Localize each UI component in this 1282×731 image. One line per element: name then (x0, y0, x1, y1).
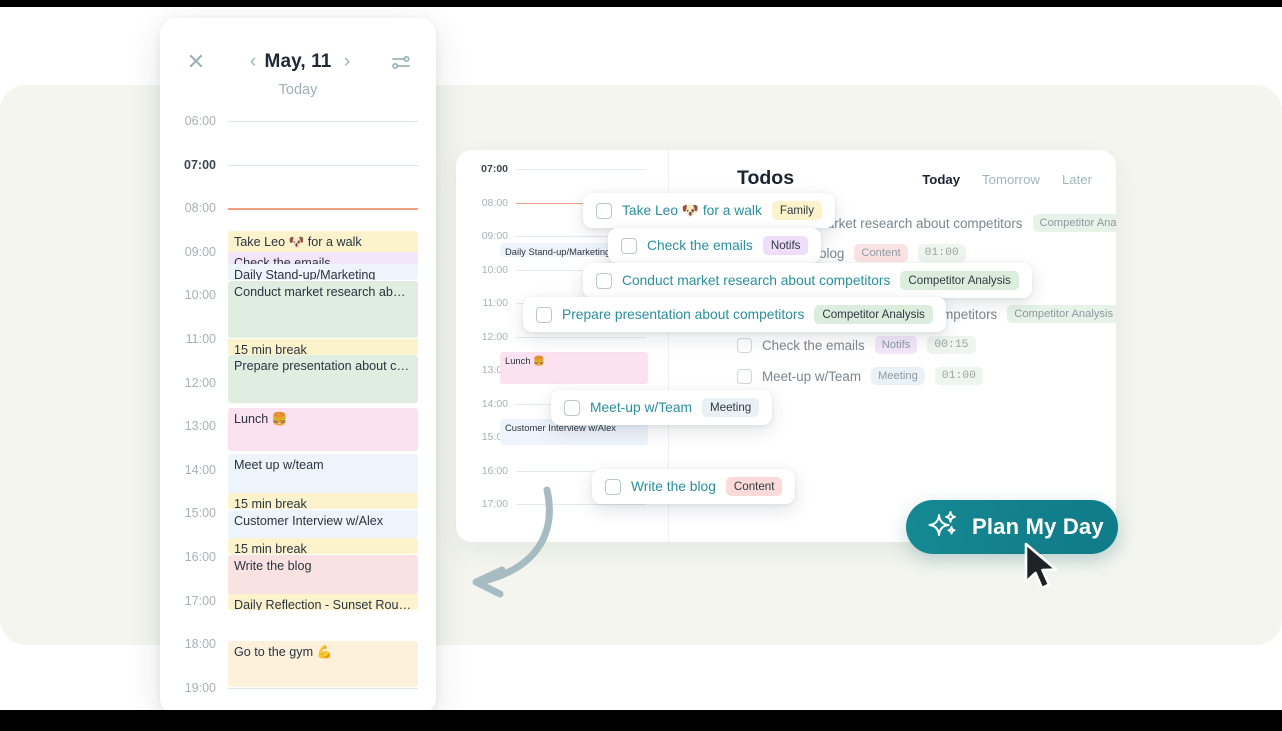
sliders-icon[interactable] (388, 50, 414, 76)
mini-hour-label: 07:00 (460, 163, 508, 175)
hour-label: 12:00 (160, 376, 216, 390)
dragged-todo-title: Meet-up w/Team (590, 400, 692, 415)
plan-my-day-label: Plan My Day (972, 514, 1104, 540)
dragged-todo-tag-chip[interactable]: Meeting (702, 398, 759, 417)
mini-hour-label: 12:00 (460, 331, 508, 343)
mini-hour-label: 11:00 (460, 297, 508, 309)
dragged-todo-title: Write the blog (631, 479, 716, 494)
top-black-bar (0, 0, 1282, 7)
dragged-todo-checkbox[interactable] (564, 400, 580, 416)
calendar-event[interactable]: Meet up w/team (228, 454, 418, 494)
mini-calendar-event[interactable]: Lunch 🍔 (500, 352, 648, 384)
dragged-todo-checkbox[interactable] (596, 273, 612, 289)
calendar-event[interactable]: Prepare presentation about compe… (228, 355, 418, 403)
curved-arrow-left-icon (440, 470, 580, 610)
todo-checkbox[interactable] (737, 369, 752, 384)
todo-duration: 00:15 (927, 336, 975, 354)
hour-label: 15:00 (160, 506, 216, 520)
hour-gridline (228, 165, 418, 166)
dragged-todo-card[interactable]: Check the emails Notifs (608, 228, 821, 263)
dragged-todo-card[interactable]: Prepare presentation about competitors Co… (523, 297, 946, 332)
calendar-event[interactable]: Conduct market research about co… (228, 281, 418, 338)
dragged-todo-title: Prepare presentation about competitors (562, 307, 804, 322)
dragged-todo-tag-chip[interactable]: Family (772, 201, 822, 220)
calendar-event[interactable]: Daily Stand-up/Marketing (228, 264, 418, 280)
hour-label: 06:00 (160, 114, 216, 128)
mini-hour-label: 09:00 (460, 230, 508, 242)
dragged-todo-tag-chip[interactable]: Notifs (763, 236, 809, 255)
dragged-todo-card[interactable]: Take Leo 🐶 for a walk Family (583, 193, 835, 228)
mini-hour-gridline (516, 169, 646, 170)
todo-tag-chip[interactable]: Content (854, 244, 907, 262)
todo-tab-today[interactable]: Today (922, 172, 960, 187)
current-time-line (228, 208, 418, 209)
day-timeline-grid: 06:00 07:00 08:00 09:00 10:00 11:00 12:00 13:00… (160, 96, 436, 710)
hour-label: 14:00 (160, 463, 216, 477)
mini-hour-gridline (516, 337, 646, 338)
hour-label: 10:00 (160, 288, 216, 302)
todo-tab-later[interactable]: Later (1062, 172, 1092, 187)
hour-gridline (228, 121, 418, 122)
todo-tab-tomorrow[interactable]: Tomorrow (982, 172, 1040, 187)
hour-gridline (228, 688, 418, 689)
mini-hour-label: 14:00 (460, 398, 508, 410)
todo-filter-tabs: Today Tomorrow Later (922, 172, 1092, 187)
dragged-todo-tag-chip[interactable]: Content (726, 477, 783, 496)
hour-label: 17:00 (160, 594, 216, 608)
todos-heading: Todos (737, 167, 794, 190)
todo-duration: 01:00 (935, 367, 983, 385)
hour-label: 19:00 (160, 681, 216, 695)
dragged-todo-checkbox[interactable] (621, 238, 637, 254)
hour-label: 18:00 (160, 637, 216, 651)
dragged-todo-tag-chip[interactable]: Competitor Analysis (900, 271, 1018, 290)
mouse-pointer-icon (1022, 542, 1066, 594)
mini-hour-label: 10:00 (460, 264, 508, 276)
todo-tag-chip[interactable]: Meeting (871, 367, 925, 385)
todo-checkbox[interactable] (737, 338, 752, 353)
calendar-event[interactable]: 15 min break (228, 538, 418, 554)
sparkles-icon (928, 509, 960, 546)
todo-item[interactable]: Check the emails Notifs 00:15 (737, 334, 976, 356)
dragged-todo-card[interactable]: Conduct market research about competitor… (583, 263, 1032, 298)
dragged-todo-card[interactable]: Meet-up w/Team Meeting (551, 390, 772, 425)
calendar-event[interactable]: Customer Interview w/Alex (228, 510, 418, 538)
todo-tag-chip[interactable]: Competitor Analysis (1033, 214, 1117, 232)
hour-label: 11:00 (160, 332, 216, 346)
dragged-todo-checkbox[interactable] (605, 479, 621, 495)
dragged-todo-tag-chip[interactable]: Competitor Analysis (814, 305, 932, 324)
hour-label: 13:00 (160, 419, 216, 433)
calendar-event[interactable]: Daily Reflection - Sunset Routine ☀️ (228, 594, 418, 610)
dragged-todo-title: Conduct market research about competitor… (622, 273, 890, 288)
day-panel-header: ✕ ‹ › May, 11 Today (160, 18, 436, 96)
calendar-event[interactable]: Lunch 🍔 (228, 408, 418, 451)
dragged-todo-checkbox[interactable] (536, 307, 552, 323)
hour-label: 07:00 (160, 158, 216, 172)
dragged-todo-title: Take Leo 🐶 for a walk (622, 203, 762, 219)
todo-duration: 01:00 (918, 244, 966, 262)
mini-hour-label: 08:00 (460, 197, 508, 209)
todo-tag-chip[interactable]: Competitor Analysis (1007, 305, 1116, 323)
dragged-todo-checkbox[interactable] (596, 203, 612, 219)
todo-item[interactable]: Meet-up w/Team Meeting 01:00 (737, 365, 983, 387)
calendar-event[interactable]: Go to the gym 💪 (228, 641, 418, 687)
calendar-event[interactable]: Write the blog (228, 555, 418, 595)
todo-title: Check the emails (762, 338, 865, 353)
plan-my-day-button[interactable]: Plan My Day (906, 500, 1118, 554)
hour-label: 08:00 (160, 201, 216, 215)
app-root: ✕ ‹ › May, 11 Today 06:00 07:00 08:00 09:00… (0, 0, 1282, 731)
calendar-event[interactable]: 15 min break (228, 339, 418, 355)
calendar-event[interactable]: 15 min break (228, 493, 418, 509)
todo-title: Meet-up w/Team (762, 369, 861, 384)
bottom-black-bar (0, 710, 1282, 731)
day-detail-panel: ✕ ‹ › May, 11 Today 06:00 07:00 08:00 09:00… (160, 18, 436, 714)
dragged-todo-card[interactable]: Write the blog Content (592, 469, 795, 504)
hour-label: 16:00 (160, 550, 216, 564)
hour-label: 09:00 (160, 245, 216, 259)
dragged-todo-title: Check the emails (647, 238, 753, 253)
todo-tag-chip[interactable]: Notifs (875, 336, 918, 354)
